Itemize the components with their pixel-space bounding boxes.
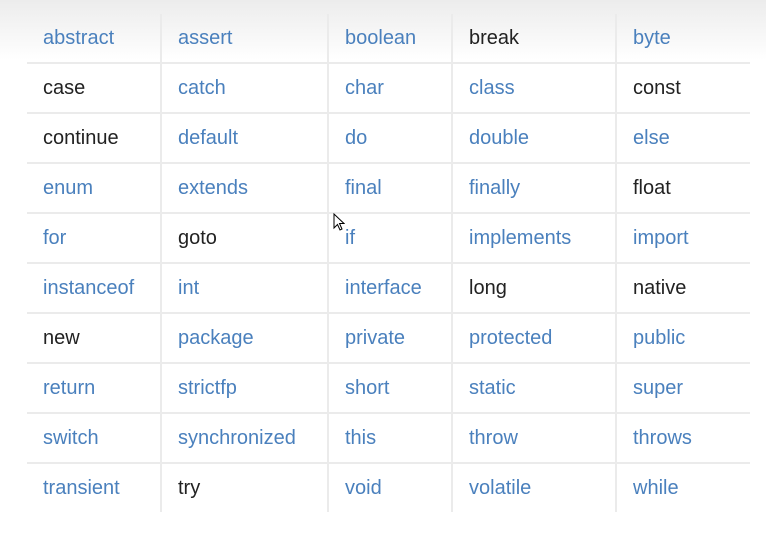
keyword-link[interactable]: short (327, 363, 452, 414)
keyword-link[interactable]: static (451, 363, 616, 414)
keyword-text: try (160, 463, 328, 512)
keyword-link[interactable]: while (615, 463, 750, 512)
keyword-link[interactable]: throw (451, 413, 616, 464)
keyword-link[interactable]: void (327, 463, 452, 512)
keyword-link[interactable]: this (327, 413, 452, 464)
keyword-link[interactable]: default (160, 113, 328, 164)
keyword-text: const (615, 63, 750, 114)
keyword-text: long (451, 263, 616, 314)
keyword-link[interactable]: catch (160, 63, 328, 114)
keyword-link[interactable]: volatile (451, 463, 616, 512)
keyword-link[interactable]: throws (615, 413, 750, 464)
table-row: instanceof int interface long native (27, 263, 750, 314)
keyword-link[interactable]: package (160, 313, 328, 364)
table-row: transient try void volatile while (27, 463, 750, 512)
keyword-link[interactable]: transient (27, 463, 161, 512)
keyword-link[interactable]: finally (451, 163, 616, 214)
table-row: return strictfp short static super (27, 363, 750, 414)
table-row: for goto if implements import (27, 213, 750, 264)
keyword-link[interactable]: byte (615, 14, 750, 64)
keyword-link[interactable]: switch (27, 413, 161, 464)
keyword-link[interactable]: char (327, 63, 452, 114)
mouse-pointer-icon (333, 213, 345, 231)
keyword-link[interactable]: private (327, 313, 452, 364)
keyword-text: new (27, 313, 161, 364)
keyword-link[interactable]: for (27, 213, 161, 264)
keyword-link[interactable]: if (327, 213, 452, 264)
keyword-text: goto (160, 213, 328, 264)
keyword-link[interactable]: protected (451, 313, 616, 364)
keyword-link[interactable]: assert (160, 14, 328, 64)
keyword-link[interactable]: synchronized (160, 413, 328, 464)
keyword-text: continue (27, 113, 161, 164)
table-row: switch synchronized this throw throws (27, 413, 750, 464)
table-row: enum extends final finally float (27, 163, 750, 214)
keyword-text: break (451, 14, 616, 64)
keyword-link[interactable]: double (451, 113, 616, 164)
keyword-link[interactable]: super (615, 363, 750, 414)
table-row: case catch char class const (27, 63, 750, 114)
java-keywords-table: abstract assert boolean break byte case catch c… (27, 14, 750, 512)
keyword-link[interactable]: instanceof (27, 263, 161, 314)
keyword-link[interactable]: public (615, 313, 750, 364)
keyword-text: native (615, 263, 750, 314)
table-row: abstract assert boolean break byte (27, 14, 750, 64)
keyword-text: case (27, 63, 161, 114)
keyword-link[interactable]: interface (327, 263, 452, 314)
keyword-link[interactable]: return (27, 363, 161, 414)
keyword-link[interactable]: do (327, 113, 452, 164)
table-row: continue default do double else (27, 113, 750, 164)
keyword-link[interactable]: import (615, 213, 750, 264)
keyword-link[interactable]: final (327, 163, 452, 214)
keyword-link[interactable]: int (160, 263, 328, 314)
keyword-text: float (615, 163, 750, 214)
table-row: new package private protected public (27, 313, 750, 364)
keyword-link[interactable]: implements (451, 213, 616, 264)
keyword-link[interactable]: class (451, 63, 616, 114)
keyword-link[interactable]: boolean (327, 14, 452, 64)
keyword-link[interactable]: else (615, 113, 750, 164)
keyword-link[interactable]: strictfp (160, 363, 328, 414)
keyword-link[interactable]: abstract (27, 14, 161, 64)
keyword-link[interactable]: enum (27, 163, 161, 214)
keyword-link[interactable]: extends (160, 163, 328, 214)
